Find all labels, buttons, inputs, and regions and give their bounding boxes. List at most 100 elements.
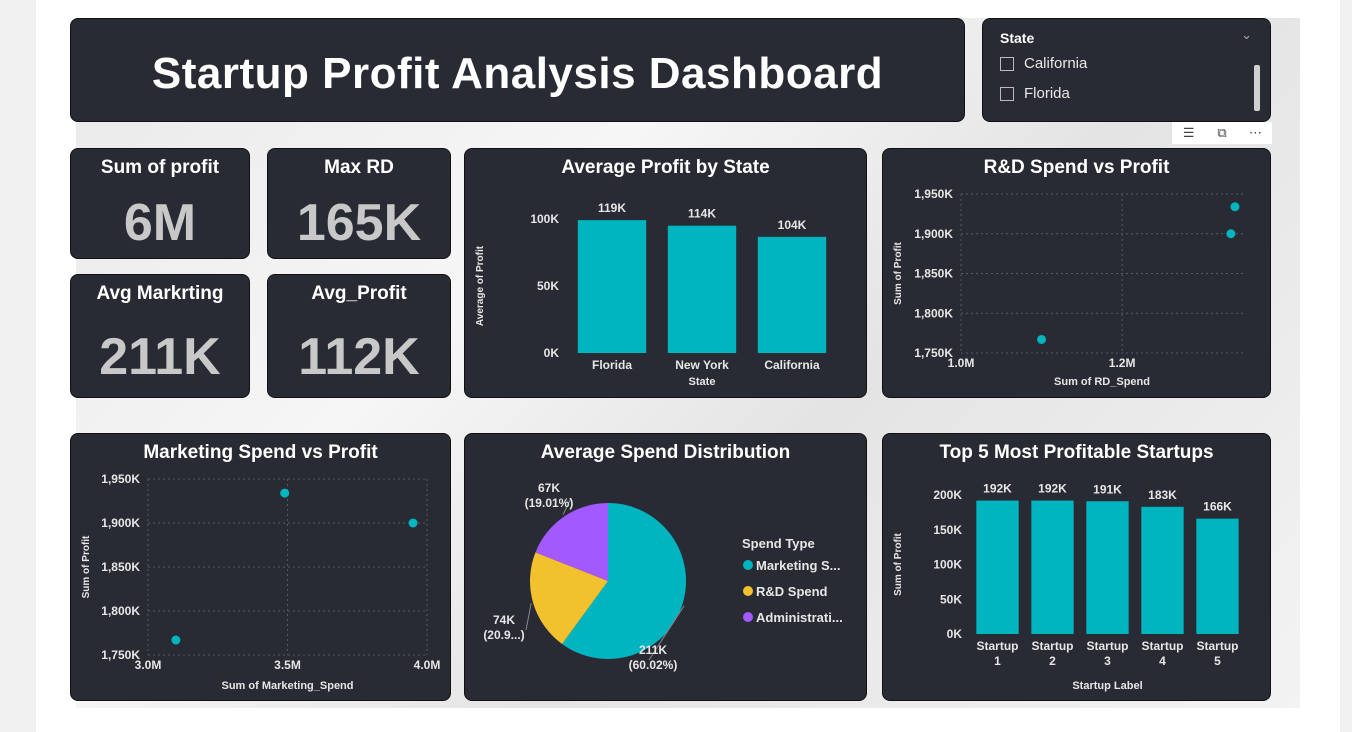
- leader-line: [525, 603, 532, 631]
- y-tick-label: 0K: [544, 346, 560, 360]
- x-tick-label: 5: [1214, 654, 1221, 668]
- y-tick-label: 100K: [530, 212, 559, 226]
- kpi-card-max-rd: Max RD 165K: [267, 148, 451, 259]
- kpi-value: 6M: [123, 194, 197, 252]
- chart-card-spend-distribution: Average Spend Distribution 211K (60.02%) 7…: [464, 433, 867, 701]
- legend-marker: [743, 560, 753, 570]
- slicer-scrollbar[interactable]: [1254, 65, 1260, 111]
- state-slicer[interactable]: State ⌄ California Florida: [982, 18, 1271, 122]
- chart-card-top5: Top 5 Most Profitable Startups 0K 50K 100K…: [882, 433, 1271, 701]
- x-tick-label: California: [764, 358, 820, 372]
- chart-card-rd-profit: R&D Spend vs Profit 1,750K 1,800K 1,850K 1,…: [882, 148, 1271, 398]
- marketing-profit-chart: 1,750K1,800K1,850K1,900K1,950K3.0M 3.5M 4.…: [81, 472, 441, 692]
- x-tick-label: New York: [675, 358, 729, 372]
- y-axis-label: Sum of Profit: [893, 532, 904, 595]
- x-axis-label: State: [689, 376, 716, 388]
- more-options-icon[interactable]: ⋯: [1239, 122, 1272, 144]
- data-label: 74K: [493, 613, 515, 627]
- bar: [757, 236, 827, 353]
- scatter-point: [171, 635, 181, 645]
- y-tick-label: 1,950K: [101, 472, 140, 486]
- kpi-title: Avg_Profit: [311, 283, 407, 304]
- filter-icon[interactable]: ☰: [1172, 122, 1205, 144]
- bar: [1086, 501, 1129, 634]
- y-tick-label: 100K: [933, 558, 962, 572]
- legend-label: Marketing S...: [756, 558, 841, 573]
- scatter-point: [1037, 334, 1047, 344]
- x-tick-label: 1.0M: [948, 356, 975, 370]
- x-tick-label: 3.0M: [135, 658, 162, 672]
- chart-card-avg-profit-state: Average Profit by State 0K 50K 100K 119K Flo…: [464, 148, 867, 398]
- kpi-title: Sum of profit: [100, 157, 220, 178]
- data-label: 119K: [598, 201, 626, 215]
- x-tick-label: Florida: [592, 358, 632, 372]
- chevron-down-icon[interactable]: ⌄: [1241, 27, 1252, 43]
- legend-label: R&D Spend: [756, 584, 828, 599]
- top5-chart: 0K50K100K150K200K 192KStartup1192KStartup…: [893, 482, 1239, 692]
- slicer-title: State: [1000, 30, 1035, 46]
- y-axis-label: Average of Profit: [475, 245, 486, 326]
- y-tick-label: 1,850K: [914, 267, 953, 281]
- legend-title: Spend Type: [742, 536, 815, 551]
- slicer-item-california[interactable]: California: [1000, 55, 1087, 72]
- spend-distribution-chart: 211K(60.02%) 74K(20.9...) 67K(19.01%) Spend…: [483, 481, 843, 672]
- y-tick-label: 1,900K: [914, 227, 953, 241]
- data-label: 104K: [778, 218, 807, 232]
- data-label: 192K: [1038, 482, 1067, 496]
- avg-profit-state-chart: 0K 50K 100K 119K Florida 114K New York 104K Cali…: [475, 201, 827, 388]
- x-tick-label: 4: [1159, 654, 1166, 668]
- x-tick-label: Startup: [1142, 639, 1184, 653]
- dashboard-title: Startup Profit Analysis Dashboard: [151, 49, 884, 98]
- data-label: 67K: [538, 481, 560, 495]
- x-axis-label: Sum of Marketing_Spend: [221, 680, 353, 692]
- x-tick-label: Startup: [1032, 639, 1074, 653]
- scatter-point: [408, 518, 418, 528]
- focus-mode-icon[interactable]: ⧉: [1205, 122, 1238, 144]
- kpi-title: Max RD: [324, 157, 394, 178]
- bar: [1031, 500, 1074, 634]
- x-tick-label: 2: [1049, 654, 1056, 668]
- x-tick-label: 1: [994, 654, 1001, 668]
- kpi-title: Avg Markrting: [96, 283, 224, 304]
- data-label: 166K: [1203, 500, 1232, 514]
- kpi-card-avg-profit: Avg_Profit 112K: [267, 274, 451, 398]
- scatter-point: [1226, 229, 1236, 239]
- x-tick-label: Startup: [977, 639, 1019, 653]
- bar: [1196, 518, 1239, 634]
- kpi-card-avg-marketing: Avg Markrting 211K: [70, 274, 250, 398]
- checkbox-icon[interactable]: [1000, 56, 1014, 71]
- data-label: (20.9...): [483, 628, 524, 642]
- rd-profit-chart: 1,750K1,800K1,850K1,900K1,950K1.0M 1.2MSu…: [893, 187, 1243, 388]
- legend-label: Administrati...: [756, 610, 843, 625]
- y-tick-label: 1,950K: [914, 187, 953, 201]
- visual-toolbar: ☰ ⧉ ⋯: [1172, 122, 1272, 144]
- y-tick-label: 50K: [537, 279, 559, 293]
- data-label: (19.01%): [525, 496, 574, 510]
- legend-marker: [743, 612, 753, 622]
- slicer-item-label: Florida: [1024, 85, 1070, 102]
- bar: [976, 500, 1019, 634]
- kpi-value: 211K: [99, 328, 221, 386]
- bar: [1141, 506, 1184, 634]
- data-label: 191K: [1093, 482, 1122, 496]
- x-tick-label: 3.5M: [274, 658, 301, 672]
- kpi-value: 165K: [296, 194, 422, 252]
- x-axis-label: Sum of RD_Spend: [1054, 376, 1150, 388]
- x-tick-label: Startup: [1087, 639, 1129, 653]
- checkbox-icon[interactable]: [1000, 86, 1014, 101]
- bar: [667, 225, 737, 353]
- data-label: (60.02%): [629, 658, 678, 672]
- x-tick-label: 3: [1104, 654, 1111, 668]
- legend-marker: [743, 586, 753, 596]
- data-label: 183K: [1148, 488, 1177, 502]
- y-tick-label: 1,800K: [101, 604, 140, 618]
- y-tick-label: 50K: [940, 592, 962, 606]
- x-tick-label: Startup: [1197, 639, 1239, 653]
- slicer-item-florida[interactable]: Florida: [1000, 85, 1070, 102]
- x-axis-label: Startup Label: [1072, 680, 1142, 692]
- y-axis-label: Sum of Profit: [893, 241, 904, 304]
- y-tick-label: 0K: [947, 627, 963, 641]
- x-tick-label: 4.0M: [414, 658, 441, 672]
- slicer-item-label: California: [1024, 55, 1088, 72]
- y-tick-label: 150K: [933, 523, 962, 537]
